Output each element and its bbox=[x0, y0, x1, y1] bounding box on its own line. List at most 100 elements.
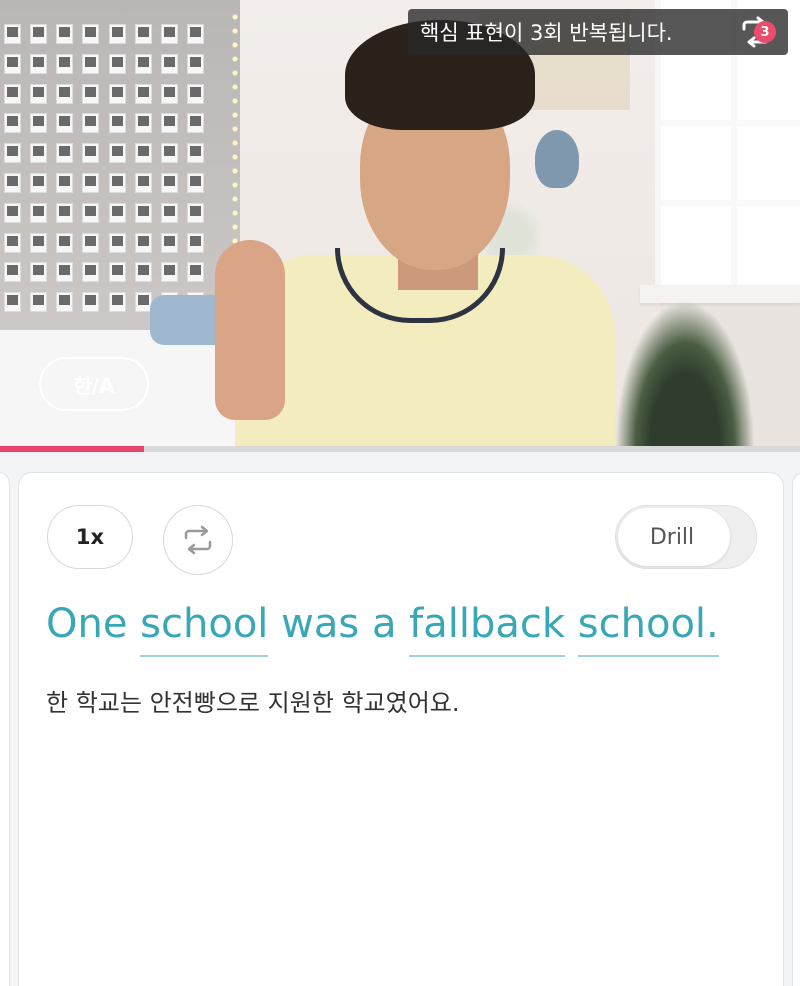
video-frame-photo bbox=[186, 232, 204, 253]
drill-toggle[interactable]: Drill bbox=[615, 505, 757, 569]
video-frame-photo bbox=[4, 83, 21, 104]
video-frame-photo bbox=[108, 24, 126, 44]
video-frame-photo bbox=[108, 53, 126, 74]
video-frame-photo bbox=[56, 24, 74, 44]
video-progress-fill bbox=[0, 446, 144, 452]
repeat-count-badge: 3 bbox=[754, 21, 776, 43]
video-frame-photo bbox=[82, 24, 100, 44]
video-frame-photo bbox=[160, 53, 178, 74]
video-frame-photo bbox=[30, 24, 48, 44]
repeat-notice-banner: 핵심 표현이 3회 반복됩니다. 3 bbox=[408, 9, 788, 55]
video-frame-photo bbox=[108, 113, 126, 134]
video-frame-photo bbox=[30, 202, 48, 223]
video-frame-photo bbox=[108, 262, 126, 283]
video-frame-photo bbox=[134, 262, 152, 283]
video-frame-photo bbox=[134, 24, 152, 44]
video-frame-photo bbox=[56, 53, 74, 74]
repeat-notice-text: 핵심 표현이 3회 반복됩니다. bbox=[420, 21, 673, 45]
previous-card-edge[interactable] bbox=[0, 472, 10, 986]
video-frame-photo bbox=[134, 232, 152, 253]
video-frame-photo bbox=[30, 292, 48, 313]
drill-label: Drill bbox=[649, 524, 695, 550]
video-frame-photo bbox=[56, 143, 74, 164]
playback-speed-button[interactable]: 1x bbox=[47, 505, 133, 569]
video-frame-photo bbox=[4, 143, 21, 164]
english-sentence: One school was a fallback school. bbox=[46, 601, 719, 657]
korean-translation: 한 학교는 안전빵으로 지원한 학교였어요. bbox=[46, 689, 460, 717]
video-frame-photo bbox=[56, 262, 74, 283]
next-card-edge[interactable] bbox=[792, 472, 800, 986]
highlighted-word[interactable]: fallback bbox=[409, 601, 566, 657]
loop-icon bbox=[184, 525, 212, 555]
video-frame-photo bbox=[4, 292, 21, 313]
video-frame-photo bbox=[4, 113, 21, 134]
video-frame-photo bbox=[134, 202, 152, 223]
video-frame-photo bbox=[82, 202, 100, 223]
video-frame-photo bbox=[134, 113, 152, 134]
video-frame-photo bbox=[160, 83, 178, 104]
video-frame-photo bbox=[56, 113, 74, 134]
video-frame-photo bbox=[56, 172, 74, 193]
sentence-word: a bbox=[371, 601, 397, 647]
video-frame-photo bbox=[186, 143, 204, 164]
video-frame-photo bbox=[108, 232, 126, 253]
video-frame-photo bbox=[30, 53, 48, 74]
video-frame-photo bbox=[56, 292, 74, 313]
video-frame-photo bbox=[4, 202, 21, 223]
video-frame-photo bbox=[134, 172, 152, 193]
video-frame-photo bbox=[4, 24, 21, 44]
sentence-word: was bbox=[281, 601, 360, 647]
loop-button[interactable] bbox=[163, 505, 233, 575]
video-frame-photo bbox=[160, 262, 178, 283]
video-frame-photo bbox=[82, 113, 100, 134]
video-frame-photo bbox=[186, 202, 204, 223]
video-progress-bar[interactable] bbox=[0, 446, 800, 452]
video-frame-photo bbox=[30, 83, 48, 104]
video-frame-photo bbox=[82, 232, 100, 253]
app-screen: 핵심 표현이 3회 반복됩니다. 3 한/A 1x Drill One scho… bbox=[0, 0, 800, 986]
video-frame-photo bbox=[56, 202, 74, 223]
video-frame-photo bbox=[108, 172, 126, 193]
video-frame-photo bbox=[82, 262, 100, 283]
video-frame-photo bbox=[56, 232, 74, 253]
video-frame-photo bbox=[82, 172, 100, 193]
sentence-word: One bbox=[46, 601, 128, 647]
video-frame-photo bbox=[82, 143, 100, 164]
video-frame-photo bbox=[82, 53, 100, 74]
video-frame-photo bbox=[4, 262, 21, 283]
video-frame-photo bbox=[160, 232, 178, 253]
video-frame-photo bbox=[134, 143, 152, 164]
video-frame-photo bbox=[186, 24, 204, 44]
video-frame-photo bbox=[30, 262, 48, 283]
subtitle-language-toggle[interactable]: 한/A bbox=[39, 357, 149, 411]
video-frame-photo bbox=[82, 83, 100, 104]
video-frame-photo bbox=[160, 172, 178, 193]
video-frame-photo bbox=[108, 143, 126, 164]
highlighted-word[interactable]: school bbox=[140, 601, 269, 657]
video-frame-photo bbox=[160, 113, 178, 134]
video-frame-photo bbox=[56, 83, 74, 104]
video-frame-photo bbox=[160, 202, 178, 223]
video-frame-photo bbox=[108, 83, 126, 104]
video-frame-photo bbox=[134, 53, 152, 74]
video-frame-photo bbox=[108, 202, 126, 223]
video-frame-photo bbox=[134, 83, 152, 104]
video-frame-photo bbox=[30, 172, 48, 193]
video-frame-photo bbox=[186, 53, 204, 74]
video-frame-photo bbox=[186, 113, 204, 134]
video-frame-photo bbox=[160, 24, 178, 44]
video-frame-photo bbox=[82, 292, 100, 313]
expression-card: 1x Drill One school was a fallback schoo… bbox=[18, 472, 784, 986]
highlighted-word[interactable]: school. bbox=[577, 601, 719, 657]
video-frame-photo bbox=[4, 53, 21, 74]
video-frame-plant bbox=[615, 300, 755, 446]
video-frame-photo bbox=[160, 143, 178, 164]
video-frame-photo bbox=[30, 232, 48, 253]
video-frame-photo bbox=[186, 262, 204, 283]
video-player[interactable]: 핵심 표현이 3회 반복됩니다. 3 한/A bbox=[0, 0, 800, 446]
video-frame-person bbox=[215, 20, 635, 446]
video-frame-photo bbox=[30, 143, 48, 164]
video-frame-photo bbox=[186, 172, 204, 193]
video-frame-photo bbox=[4, 172, 21, 193]
video-frame-photo bbox=[30, 113, 48, 134]
